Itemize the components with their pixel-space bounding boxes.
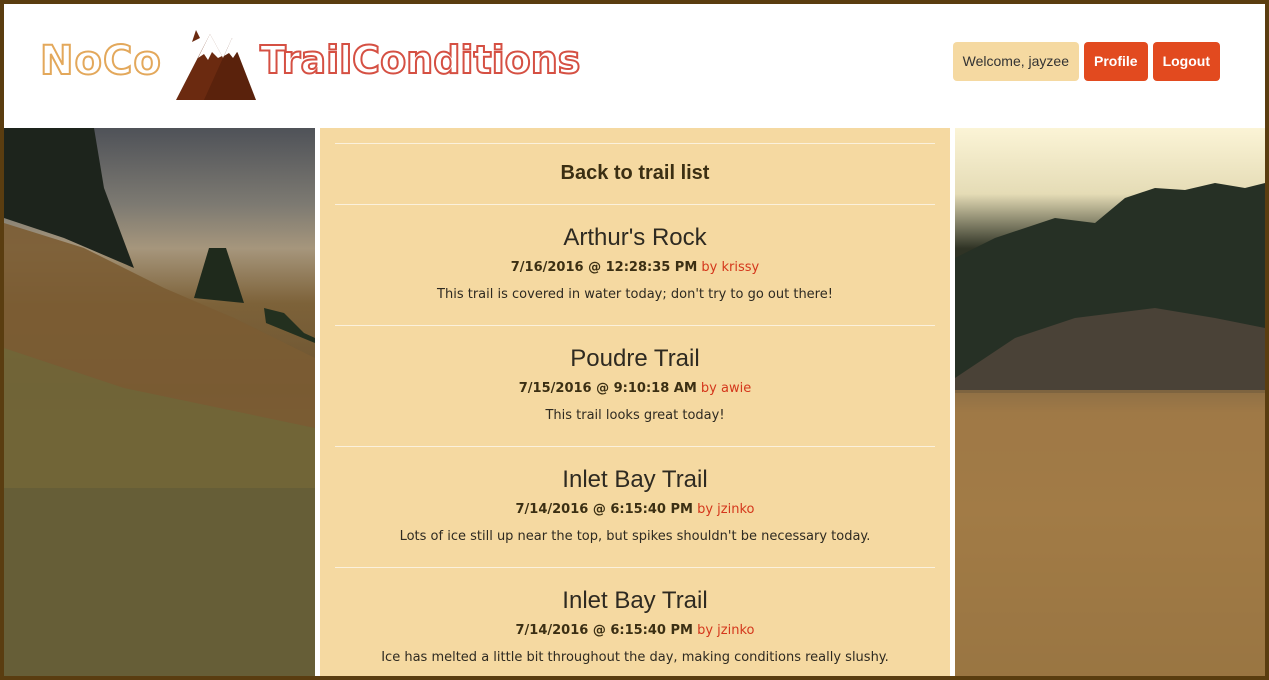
report-author-link[interactable]: by jzinko <box>697 502 754 517</box>
logo-noco-text: NoCo <box>39 37 162 85</box>
site-header: NoCo TrailConditions Welcome, jayzee Pro… <box>4 4 1265 128</box>
report-meta: 7/14/2016 @ 6:15:40 PM by jzinko <box>335 501 935 519</box>
mountain-logo-icon <box>176 30 256 100</box>
trail-report-panel: Back to trail list Arthur's Rock 7/16/20… <box>320 128 950 676</box>
report-message: This trail looks great today! <box>545 408 725 423</box>
report-trail-name: Poudre Trail <box>570 345 700 372</box>
report-item: Arthur's Rock 7/16/2016 @ 12:28:35 PM by… <box>335 205 935 326</box>
app-frame: NoCo TrailConditions Welcome, jayzee Pro… <box>4 4 1265 676</box>
report-date: 7/14/2016 @ 6:15:40 PM <box>515 502 693 517</box>
report-trail-name: Inlet Bay Trail <box>562 466 708 493</box>
report-item: Inlet Bay Trail 7/14/2016 @ 6:15:40 PM b… <box>335 568 935 676</box>
logo-trailconditions-text: TrailConditions <box>259 37 581 83</box>
report-message: Lots of ice still up near the top, but s… <box>399 529 871 544</box>
report-message: Ice has melted a little bit throughout t… <box>381 650 889 665</box>
report-item: Inlet Bay Trail 7/14/2016 @ 6:15:40 PM b… <box>335 447 935 568</box>
left-landscape-photo <box>4 128 315 676</box>
report-date: 7/15/2016 @ 9:10:18 AM <box>518 381 697 396</box>
report-author-link[interactable]: by jzinko <box>697 623 754 638</box>
report-author-link[interactable]: by awie <box>701 381 751 396</box>
logout-button[interactable]: Logout <box>1152 42 1220 81</box>
report-date: 7/14/2016 @ 6:15:40 PM <box>515 623 693 638</box>
report-meta: 7/15/2016 @ 9:10:18 AM by awie <box>335 380 935 398</box>
right-landscape-photo <box>955 128 1265 676</box>
report-meta: 7/16/2016 @ 12:28:35 PM by krissy <box>335 259 935 277</box>
profile-button[interactable]: Profile <box>1084 42 1148 81</box>
report-date: 7/16/2016 @ 12:28:35 PM <box>510 260 698 275</box>
report-author-link[interactable]: by krissy <box>701 260 759 275</box>
site-logo[interactable]: NoCo TrailConditions <box>39 28 640 100</box>
report-meta: 7/14/2016 @ 6:15:40 PM by jzinko <box>335 622 935 640</box>
report-trail-name: Arthur's Rock <box>563 224 707 251</box>
user-bar: Welcome, jayzee Profile Logout <box>952 42 1220 81</box>
back-to-trail-list-link[interactable]: Back to trail list <box>335 144 935 205</box>
report-item: Poudre Trail 7/15/2016 @ 9:10:18 AM by a… <box>335 326 935 447</box>
welcome-label: Welcome, jayzee <box>952 42 1079 81</box>
report-trail-name: Inlet Bay Trail <box>562 587 708 614</box>
report-message: This trail is covered in water today; do… <box>437 287 833 302</box>
